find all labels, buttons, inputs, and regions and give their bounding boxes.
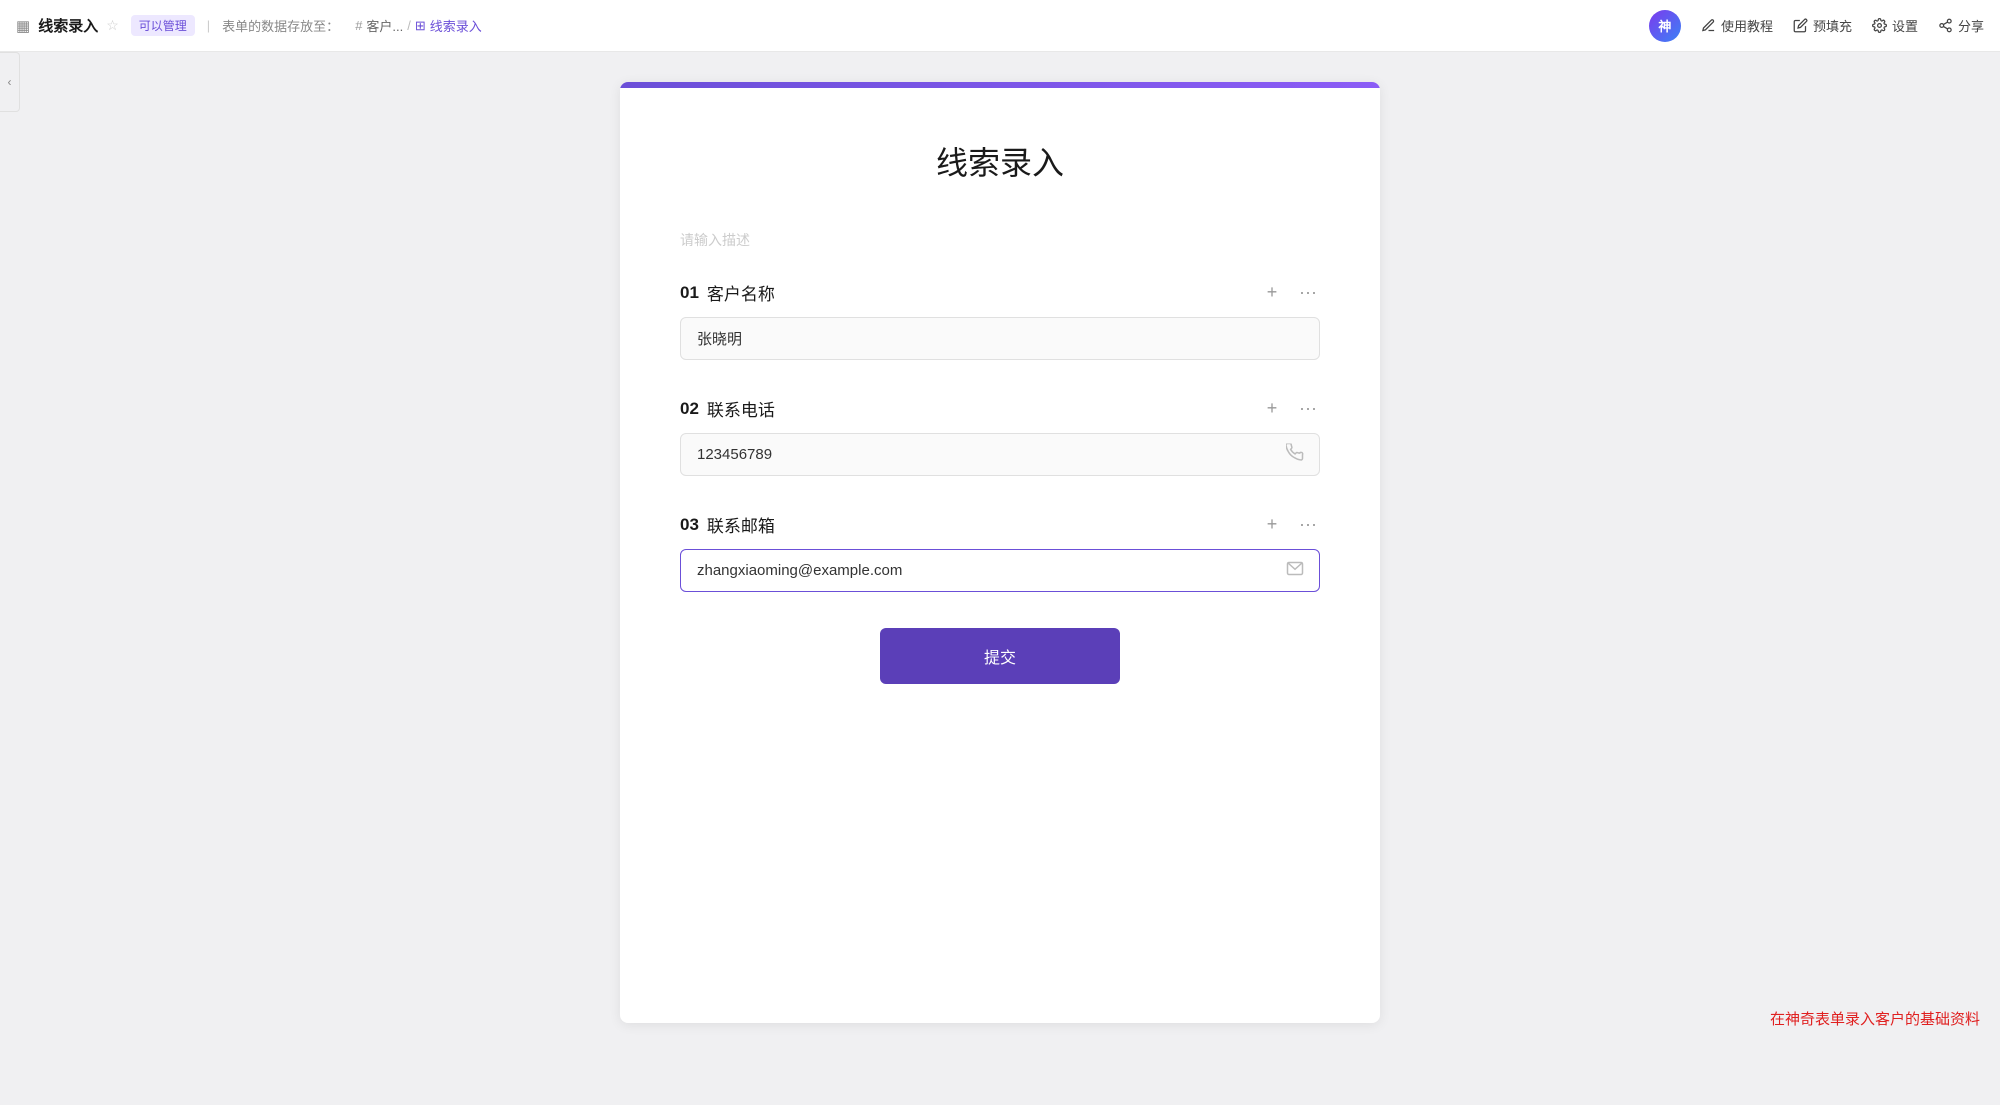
settings-action[interactable]: 设置 [1872,16,1918,35]
storage-label: 表单的数据存放至： [222,16,339,35]
field-01-add-button[interactable]: + [1260,281,1284,305]
field-02-input-wrapper [680,433,1320,476]
phone-icon [1286,443,1304,466]
sidebar-toggle[interactable]: ‹ [0,52,20,112]
field-03-header: 03 联系邮箱 + ··· [680,512,1320,537]
email-input[interactable] [680,549,1320,592]
avatar-image: 神 [1649,10,1681,42]
field-email: 03 联系邮箱 + ··· [680,512,1320,592]
submit-button[interactable]: 提交 [880,628,1120,684]
topbar-right: 神 使用教程 预填充 设置 分享 [1649,10,1984,42]
separator: | [207,18,210,33]
topbar-left: ▦ 线索录入 ☆ 可以管理 | 表单的数据存放至： # 客户... / ⊞ 线索… [16,15,1649,36]
field-02-name: 联系电话 [707,396,775,421]
star-icon[interactable]: ☆ [106,17,119,34]
form-title: 线索录入 [680,138,1320,184]
bottom-annotation: 在神奇表单录入客户的基础资料 [1770,1008,1980,1029]
customer-name-input[interactable] [680,317,1320,360]
breadcrumb-table-icon: ⊞ [415,18,426,34]
prefill-action[interactable]: 预填充 [1793,16,1852,35]
field-03-input-wrapper [680,549,1320,592]
field-customer-name: 01 客户名称 + ··· [680,280,1320,360]
phone-input[interactable] [680,433,1320,476]
breadcrumb-current: ⊞ 线索录入 [415,16,482,35]
field-03-add-button[interactable]: + [1260,513,1284,537]
form-body: 线索录入 01 客户名称 + ··· [620,88,1380,784]
field-01-number: 01 [680,283,699,303]
manageable-badge: 可以管理 [131,15,195,36]
field-02-label: 02 联系电话 [680,396,775,421]
field-01-header: 01 客户名称 + ··· [680,280,1320,305]
breadcrumb-parent[interactable]: 客户... [366,16,403,35]
book-icon [1701,18,1716,33]
main-content: 线索录入 01 客户名称 + ··· [0,52,2000,1053]
breadcrumb: # 客户... / ⊞ 线索录入 [355,16,482,35]
share-action[interactable]: 分享 [1938,16,1984,35]
topbar: ▦ 线索录入 ☆ 可以管理 | 表单的数据存放至： # 客户... / ⊞ 线索… [0,0,2000,52]
share-icon [1938,18,1953,33]
gear-icon [1872,18,1887,33]
field-phone: 02 联系电话 + ··· [680,396,1320,476]
field-03-number: 03 [680,515,699,535]
table-icon: ▦ [16,17,30,35]
field-01-input-wrapper [680,317,1320,360]
user-avatar[interactable]: 神 [1649,10,1681,42]
submit-area: 提交 [680,628,1320,724]
field-02-number: 02 [680,399,699,419]
field-01-more-button[interactable]: ··· [1296,281,1320,305]
field-01-actions: + ··· [1260,281,1320,305]
field-02-actions: + ··· [1260,397,1320,421]
field-02-more-button[interactable]: ··· [1296,397,1320,421]
field-01-name: 客户名称 [707,280,775,305]
breadcrumb-separator: / [407,18,411,33]
field-03-more-button[interactable]: ··· [1296,513,1320,537]
field-03-actions: + ··· [1260,513,1320,537]
form-description-input[interactable] [680,224,1320,256]
edit-icon [1793,18,1808,33]
field-03-label: 03 联系邮箱 [680,512,775,537]
tutorial-action[interactable]: 使用教程 [1701,16,1773,35]
field-02-header: 02 联系电话 + ··· [680,396,1320,421]
breadcrumb-hash: # [355,18,362,33]
page-title: 线索录入 [38,15,98,36]
field-01-label: 01 客户名称 [680,280,775,305]
chevron-left-icon: ‹ [8,75,12,89]
field-03-name: 联系邮箱 [707,512,775,537]
form-container: 线索录入 01 客户名称 + ··· [620,82,1380,1023]
field-02-add-button[interactable]: + [1260,397,1284,421]
email-icon [1286,559,1304,582]
